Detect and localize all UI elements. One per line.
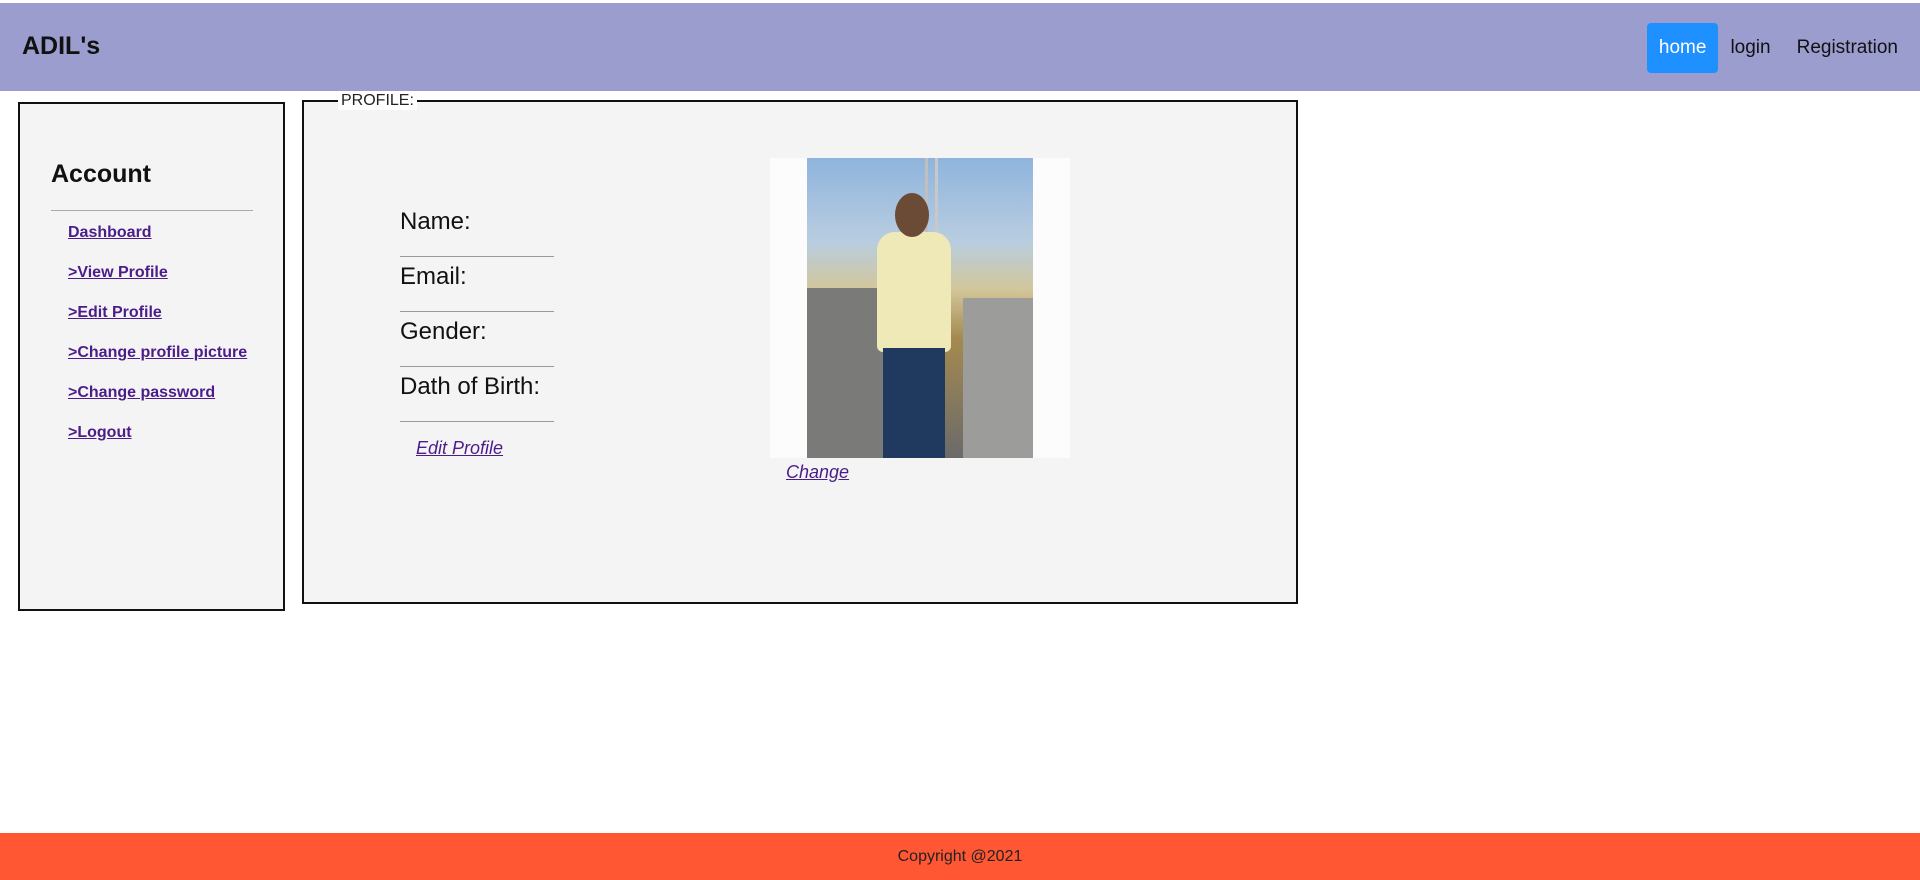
sidebar-item: >View Profile <box>68 264 247 304</box>
profile-fieldset: PROFILE: Name: Email: Gender: Dath of Bi… <box>302 92 1298 604</box>
sidebar-item: >Change password <box>68 384 247 424</box>
profile-photo-image <box>807 158 1033 458</box>
sidebar-title: Account <box>51 160 151 188</box>
sidebar-item-logout[interactable]: >Logout <box>68 424 132 441</box>
sidebar-item: >Change profile picture <box>68 344 247 384</box>
field-label: Dath of Birth: <box>400 373 541 400</box>
field-email: Email: <box>400 257 554 312</box>
field-gender: Gender: <box>400 312 554 367</box>
nav-login-link[interactable]: login <box>1718 23 1782 73</box>
nav-registration-link[interactable]: Registration <box>1785 23 1910 73</box>
copyright-text: Copyright @2021 <box>897 848 1023 865</box>
field-label: Gender: <box>400 318 487 345</box>
change-photo-link[interactable]: Change <box>786 462 849 483</box>
sidebar-item: >Edit Profile <box>68 304 247 344</box>
sidebar-item-change-picture[interactable]: >Change profile picture <box>68 344 247 361</box>
field-label: Email: <box>400 263 467 290</box>
sidebar-item: Dashboard <box>68 224 247 264</box>
profile-photo <box>770 158 1070 458</box>
top-nav: home login Registration <box>1646 23 1920 73</box>
field-birth: Dath of Birth: <box>400 367 554 422</box>
sidebar-menu: Dashboard >View Profile >Edit Profile >C… <box>68 224 247 464</box>
profile-fields: Name: Email: Gender: Dath of Birth: <box>400 202 554 422</box>
brand-logo[interactable]: ADIL's <box>22 32 100 61</box>
sidebar-item-dashboard[interactable]: Dashboard <box>68 224 152 241</box>
field-label: Name: <box>400 208 471 235</box>
sidebar-item-edit-profile[interactable]: >Edit Profile <box>68 304 162 321</box>
site-header: ADIL's home login Registration <box>0 3 1920 91</box>
field-name: Name: <box>400 202 554 257</box>
nav-home-link[interactable]: home <box>1646 23 1719 73</box>
photo-person-head <box>895 193 929 237</box>
sidebar-item: >Logout <box>68 424 247 464</box>
edit-profile-link[interactable]: Edit Profile <box>416 438 503 459</box>
site-footer: Copyright @2021 <box>0 833 1920 880</box>
profile-legend: PROFILE: <box>338 92 417 110</box>
sidebar-item-view-profile[interactable]: >View Profile <box>68 264 168 281</box>
account-sidebar: Account Dashboard >View Profile >Edit Pr… <box>18 102 285 611</box>
sidebar-divider <box>51 210 253 211</box>
sidebar-item-change-password[interactable]: >Change password <box>68 384 215 401</box>
photo-person-shirt <box>877 232 951 352</box>
photo-person-jeans <box>883 348 945 458</box>
photo-wall <box>963 298 1033 458</box>
